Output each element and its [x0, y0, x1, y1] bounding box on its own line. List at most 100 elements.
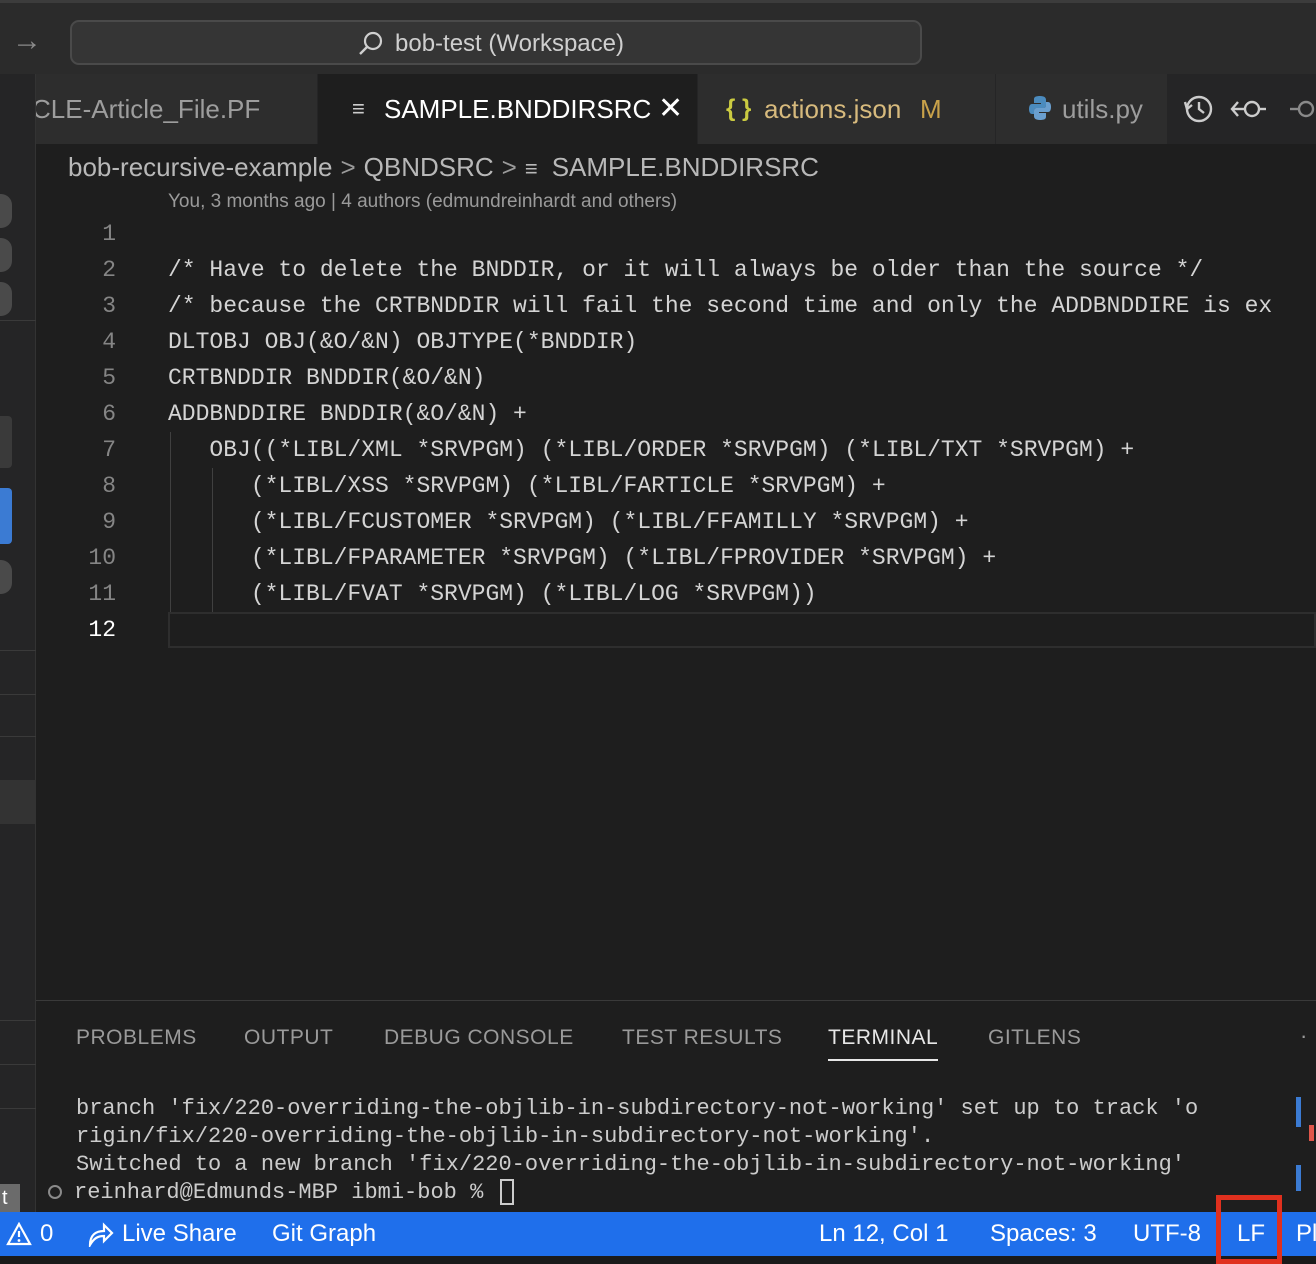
command-status-circle-icon	[48, 1185, 62, 1200]
panel-more-icon[interactable]: ·	[1300, 1023, 1307, 1049]
code-line: 11 (*LIBL/FVAT *SRVPGM) (*LIBL/LOG *SRVP…	[36, 576, 1316, 612]
problems-count: 0	[40, 1220, 54, 1247]
code-line: 9 (*LIBL/FCUSTOMER *SRVPGM) (*LIBL/FFAMI…	[36, 504, 1316, 540]
activity-icon[interactable]	[0, 560, 12, 594]
go-back-changes-icon[interactable]	[1230, 90, 1266, 128]
code-line: 1	[36, 216, 1316, 252]
scroll-marker	[1296, 1165, 1301, 1191]
tab-label: actions.json	[764, 94, 902, 124]
line-number: 6	[102, 401, 116, 427]
command-center-search[interactable]: bob-test (Workspace)	[70, 20, 922, 65]
breadcrumb-separator: >	[340, 152, 356, 182]
terminal-prompt: reinhard@Edmunds-MBP ibmi-bob %	[74, 1180, 497, 1205]
python-icon	[1029, 96, 1051, 120]
divider	[0, 1020, 36, 1021]
terminal-line: branch 'fix/220-overriding-the-objlib-in…	[76, 1096, 1199, 1121]
code-line: 8 (*LIBL/XSS *SRVPGM) (*LIBL/FARTICLE *S…	[36, 468, 1316, 504]
title-bar: → bob-test (Workspace)	[0, 0, 1316, 74]
terminal-line: Switched to a new branch 'fix/220-overri…	[76, 1152, 1185, 1177]
file-lines-icon: ≡	[352, 96, 365, 121]
active-indicator	[0, 488, 12, 544]
workspace-label: bob-test (Workspace)	[395, 30, 624, 57]
breadcrumb-item-folder[interactable]: bob-recursive-example	[68, 150, 332, 184]
window-bottom-edge	[0, 1256, 1316, 1264]
file-lines-icon: ≡	[524, 156, 538, 181]
code-line: 3 /* because the CRTBNDDIR will fail the …	[36, 288, 1316, 324]
search-icon	[359, 31, 383, 55]
code-text: CRTBNDDIR BNDDIR(&O/&N)	[168, 365, 486, 391]
code-text: (*LIBL/FPARAMETER *SRVPGM) (*LIBL/FPROVI…	[168, 545, 997, 571]
terminal-output[interactable]: branch 'fix/220-overriding-the-objlib-in…	[76, 1095, 1276, 1179]
cursor-position[interactable]: Ln 12, Col 1	[819, 1212, 948, 1256]
current-line-highlight	[168, 612, 1316, 648]
line-number: 2	[102, 257, 116, 283]
encoding-setting[interactable]: UTF-8	[1133, 1212, 1201, 1256]
activity-item-hover[interactable]	[0, 780, 36, 824]
tab-sample-bnddirsrc[interactable]: ≡ SAMPLE.BNDDIRSRC ✕	[318, 74, 698, 144]
activity-icon[interactable]	[0, 194, 12, 228]
line-number: 5	[102, 365, 116, 391]
line-number: 7	[102, 437, 116, 463]
divider	[0, 650, 36, 651]
line-number: 9	[102, 509, 116, 535]
line-number: 10	[88, 545, 116, 571]
tab-test-results[interactable]: TEST RESULTS	[622, 1023, 782, 1053]
terminal-cursor	[500, 1179, 515, 1206]
scroll-marker	[1296, 1097, 1301, 1127]
code-text: /* because the CRTBNDDIR will fail the s…	[168, 293, 1273, 319]
tab-terminal[interactable]: TERMINAL	[828, 1023, 939, 1061]
code-text: ADDBNDDIRE BNDDIR(&O/&N) +	[168, 401, 527, 427]
close-icon[interactable]: ✕	[658, 74, 683, 144]
code-line: 7 OBJ((*LIBL/XML *SRVPGM) (*LIBL/ORDER *…	[36, 432, 1316, 468]
tab-utils-py[interactable]: utils.py	[996, 74, 1168, 144]
current-code-line: 12	[36, 612, 1316, 648]
code-text: DLTOBJ OBJ(&O/&N) OBJTYPE(*BNDDIR)	[168, 329, 638, 355]
activity-icon[interactable]	[0, 238, 12, 272]
breadcrumb: bob-recursive-example > QBNDSRC > ≡ SAMPLE.BN…	[68, 150, 819, 184]
tab-actions-json[interactable]: { } actions.json M	[698, 74, 996, 144]
tab-label: SAMPLE.BNDDIRSRC	[384, 94, 652, 124]
tab-article-file[interactable]: CLE-Article_File.PF	[36, 74, 318, 144]
code-text: /* Have to delete the BNDDIR, or it will…	[168, 257, 1204, 283]
live-share-label: Live Share	[122, 1220, 237, 1247]
line-number: 8	[102, 473, 116, 499]
code-line: 10 (*LIBL/FPARAMETER *SRVPGM) (*LIBL/FPR…	[36, 540, 1316, 576]
breadcrumb-item-file[interactable]: SAMPLE.BNDDIRSRC	[552, 150, 819, 184]
code-text: (*LIBL/FVAT *SRVPGM) (*LIBL/LOG *SRVPGM)…	[168, 581, 817, 607]
language-mode[interactable]: Pl	[1296, 1212, 1316, 1256]
sidebar-edge-label: t	[0, 1184, 20, 1212]
history-icon[interactable]	[1180, 90, 1216, 128]
terminal-prompt-row[interactable]: reinhard@Edmunds-MBP ibmi-bob %	[48, 1179, 515, 1207]
activity-icon[interactable]	[0, 416, 12, 468]
editor-tab-bar: CLE-Article_File.PF ≡ SAMPLE.BNDDIRSRC ✕…	[36, 74, 1316, 144]
breadcrumb-item-folder[interactable]: QBNDSRC	[364, 150, 494, 184]
breadcrumb-separator: >	[501, 152, 517, 182]
indentation-setting[interactable]: Spaces: 3	[990, 1212, 1097, 1256]
activity-icon[interactable]	[0, 282, 12, 316]
code-line: 6 ADDBNDDIRE BNDDIR(&O/&N) +	[36, 396, 1316, 432]
line-number: 12	[88, 617, 116, 643]
tab-label: utils.py	[1062, 94, 1143, 124]
code-line: 5 CRTBNDDIR BNDDIR(&O/&N)	[36, 360, 1316, 396]
line-number: 11	[88, 581, 116, 607]
divider	[0, 1108, 36, 1109]
divider	[0, 320, 36, 321]
code-text: (*LIBL/XSS *SRVPGM) (*LIBL/FARTICLE *SRV…	[168, 473, 886, 499]
tab-problems[interactable]: PROBLEMS	[76, 1023, 197, 1053]
code-line: 2 /* Have to delete the BNDDIR, or it wil…	[36, 252, 1316, 288]
line-number: 3	[102, 293, 116, 319]
divider	[0, 1064, 36, 1065]
code-line: 4 DLTOBJ OBJ(&O/&N) OBJTYPE(*BNDDIR)	[36, 324, 1316, 360]
code-editor[interactable]: 1 2 /* Have to delete the BNDDIR, or it w…	[36, 216, 1316, 996]
git-blame-annotation[interactable]: You, 3 months ago | 4 authors (edmundrei…	[168, 189, 677, 215]
git-graph-button[interactable]: Git Graph	[272, 1212, 376, 1256]
tab-debug-console[interactable]: DEBUG CONSOLE	[384, 1023, 574, 1053]
commit-node-icon[interactable]	[1284, 90, 1316, 128]
activity-bar	[0, 74, 36, 1212]
forward-arrow-icon[interactable]: →	[12, 23, 42, 59]
code-text: (*LIBL/FCUSTOMER *SRVPGM) (*LIBL/FFAMILL…	[168, 509, 969, 535]
json-braces-icon: { }	[726, 95, 752, 122]
tab-gitlens[interactable]: GITLENS	[988, 1023, 1081, 1053]
tab-output[interactable]: OUTPUT	[244, 1023, 333, 1053]
tab-label: CLE-Article_File.PF	[36, 94, 261, 124]
